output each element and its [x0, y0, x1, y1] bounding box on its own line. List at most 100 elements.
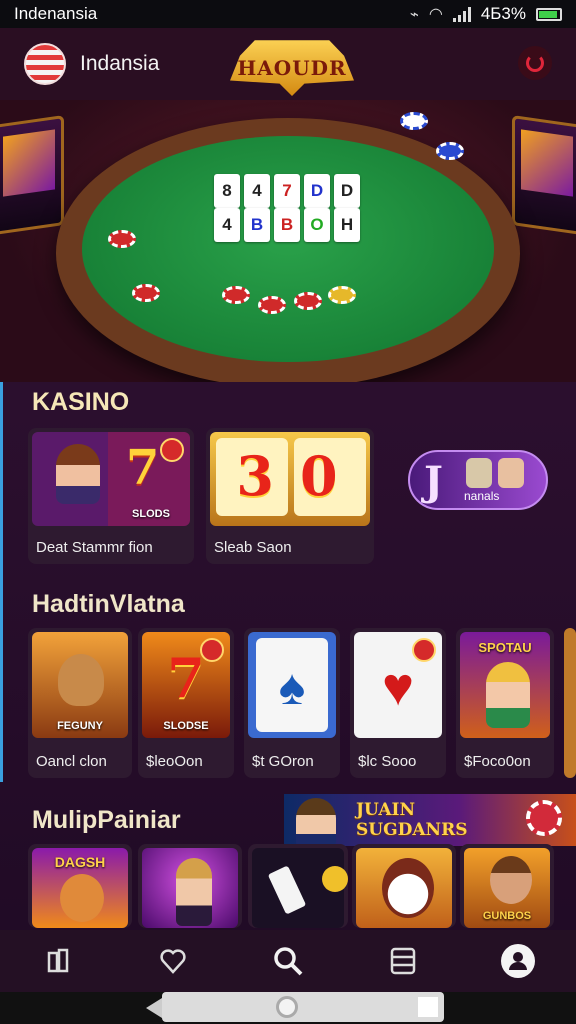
game-tile[interactable]: GUNBOS	[460, 844, 554, 928]
tile-art-label: FEGUNY	[57, 720, 103, 732]
mascot-dog	[60, 874, 104, 922]
game-tile[interactable]: DAGSH	[28, 844, 132, 928]
region-label[interactable]: Indansia	[80, 52, 159, 76]
game-tile[interactable]: FEGUNY Oancl clon	[28, 628, 132, 778]
card: O	[304, 208, 330, 242]
hero-banner[interactable]: 8 4 7 D D 4 B B O H	[0, 100, 576, 382]
game-tile[interactable]: 7 SLODSE $leoOon	[138, 628, 234, 778]
system-nav-bar	[0, 992, 576, 1024]
jackpot-letter: J	[424, 458, 443, 505]
back-icon[interactable]	[146, 998, 162, 1018]
recents-icon[interactable]	[418, 997, 438, 1017]
tile-art-label: SLODSE	[163, 720, 209, 732]
tile-art: ♥	[354, 632, 442, 738]
jackpot-label: nanals	[464, 489, 500, 503]
tile-art-label: SPOTAU	[478, 640, 532, 655]
power-button[interactable]	[518, 46, 552, 80]
tile-caption: Sleab Saon	[214, 539, 292, 556]
avatar	[486, 662, 530, 728]
tile-caption: $Foco0on	[464, 753, 531, 770]
tile-art-label: SLODS	[132, 508, 170, 520]
card: 4	[244, 174, 270, 208]
mascot-dog	[58, 654, 104, 706]
power-icon	[526, 54, 544, 72]
chip	[108, 230, 136, 248]
card: D	[304, 174, 330, 208]
game-tile[interactable]	[352, 844, 456, 928]
tile-art	[356, 848, 452, 928]
vibrate-icon: ⌁	[409, 6, 419, 23]
tile-caption: $leoOon	[146, 753, 203, 770]
chip	[328, 286, 356, 304]
tile-art: DAGSH	[32, 848, 128, 928]
jackpot-pill[interactable]: J nanals	[408, 450, 548, 510]
promo-text: JUAIN SUGDANRS	[356, 800, 468, 840]
avatar	[498, 458, 524, 488]
domino-icon	[267, 865, 307, 915]
flag-icon[interactable]	[24, 43, 66, 85]
card: D	[334, 174, 360, 208]
bottom-nav	[0, 930, 576, 992]
app-screen: Indenansia ⌁ ◠ 4Б3% Indansia HAOUDR 8 4 …	[0, 0, 576, 1024]
section-title-multiplayer: MulipPainiar	[32, 806, 181, 834]
carrier-label: Indenansia	[14, 4, 98, 23]
tile-art: GUNBOS	[464, 848, 550, 928]
card: B	[274, 208, 300, 242]
home-icon[interactable]	[276, 996, 298, 1018]
chip	[294, 292, 322, 310]
profile-icon	[501, 944, 536, 978]
chip	[258, 296, 286, 314]
search-icon	[274, 947, 303, 976]
tile-art: 7 SLODSE	[142, 632, 230, 738]
nav-library[interactable]	[30, 936, 86, 986]
slot-machine-left	[0, 115, 64, 235]
poker-table-felt	[82, 136, 494, 362]
nav-search[interactable]	[260, 936, 316, 986]
game-tile[interactable]: 30 Sleab Saon	[206, 428, 374, 564]
card: 7	[274, 174, 300, 208]
gesture-bar[interactable]	[162, 992, 444, 1022]
chip-icon	[526, 800, 562, 836]
battery-icon	[536, 7, 562, 21]
nav-list[interactable]	[375, 936, 431, 986]
avatar	[56, 444, 100, 504]
chip	[436, 142, 464, 160]
heart-suit-icon: ♥	[381, 657, 415, 717]
promo-banner[interactable]: JUAIN SUGDANRS	[284, 794, 576, 846]
game-tile[interactable]	[138, 844, 242, 928]
game-tile-partial[interactable]	[564, 628, 576, 778]
tile-art	[142, 848, 238, 928]
card: 4	[214, 208, 240, 242]
card: B	[244, 208, 270, 242]
game-tile[interactable]: ♠ $t GOron	[244, 628, 340, 778]
slot-seven-glyph: 7	[126, 440, 160, 496]
signal-icon	[452, 6, 471, 22]
battery-percent: 4Б3%	[480, 4, 526, 23]
hot-badge	[412, 638, 436, 662]
hot-badge	[160, 438, 184, 462]
tile-caption: $lc Sooo	[358, 753, 417, 770]
game-tile[interactable]: ♥ $lc Sooo	[350, 628, 446, 778]
tile-art	[252, 848, 348, 928]
game-tile[interactable]: SPOTAU $Foco0on	[456, 628, 554, 778]
avatar	[176, 858, 212, 926]
tile-art: SPOTAU	[460, 632, 550, 738]
chip	[132, 284, 160, 302]
nav-favorites[interactable]	[145, 936, 201, 986]
nav-profile[interactable]	[490, 936, 546, 986]
brand-logo[interactable]: HAOUDR	[230, 34, 354, 96]
slot-machine-right	[512, 115, 576, 235]
mascot-dog	[382, 858, 434, 918]
app-header: Indansia HAOUDR	[0, 28, 576, 100]
section-title-hadtin: HadtinVlatna	[32, 590, 185, 618]
avatar	[296, 798, 336, 846]
tile-caption: Oancl clon	[36, 753, 107, 770]
promo-line: JUAIN	[356, 800, 416, 820]
card: H	[334, 208, 360, 242]
game-tile[interactable]: 7 SLODS Deat Stammr fion	[28, 428, 194, 564]
avatar	[490, 856, 532, 904]
game-tile[interactable]	[248, 844, 348, 928]
spade-icon: ♠	[278, 659, 306, 715]
status-bar: Indenansia ⌁ ◠ 4Б3%	[0, 0, 576, 28]
tile-art: 7 SLODS	[32, 432, 190, 526]
